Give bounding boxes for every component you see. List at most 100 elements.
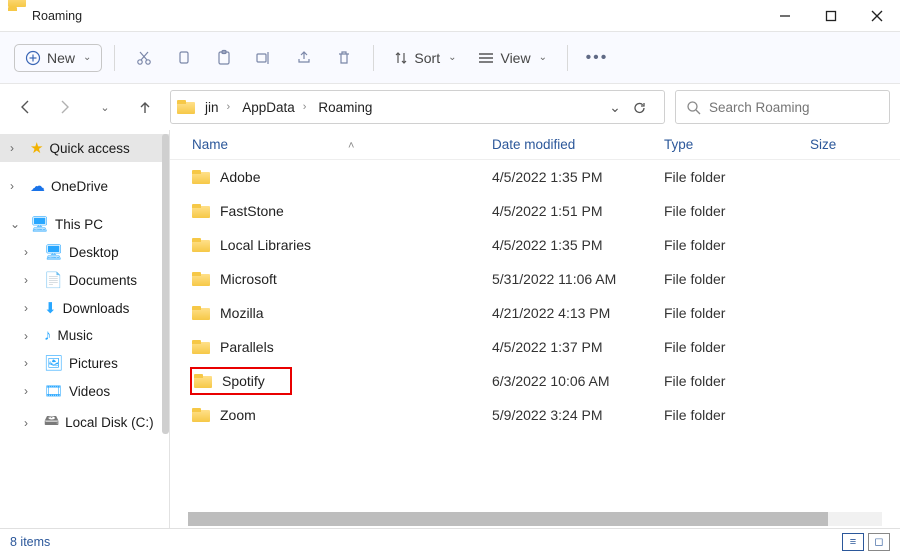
copy-icon [175,49,193,67]
nav-label: Pictures [69,356,118,371]
chevron-right-icon: › [24,301,38,315]
table-row[interactable]: Mozilla4/21/2022 4:13 PMFile folder [170,296,900,330]
separator [373,45,374,71]
nav-desktop[interactable]: › 🖥 Desktop [0,238,169,266]
file-type: File folder [664,339,810,355]
scrollbar[interactable] [162,134,169,434]
address-dropdown[interactable]: ⌄ [602,99,628,116]
file-date: 5/9/2022 3:24 PM [492,407,664,423]
sort-asc-icon: ˄ [348,140,354,152]
sort-button[interactable]: Sort ⌄ [386,46,464,70]
nav-label: Local Disk (C:) [65,415,154,430]
view-label: View [500,50,530,66]
refresh-button[interactable] [632,100,658,115]
nav-label: Desktop [69,245,119,260]
toolbar: New ⌄ Sort ⌄ View ⌄ ••• [0,32,900,84]
table-row[interactable]: FastStone4/5/2022 1:51 PMFile folder [170,194,900,228]
file-type: File folder [664,169,810,185]
table-row[interactable]: Adobe4/5/2022 1:35 PMFile folder [170,160,900,194]
table-row[interactable]: Zoom5/9/2022 3:24 PMFile folder [170,398,900,432]
more-button[interactable]: ••• [580,41,614,75]
folder-icon [192,204,210,218]
crumb-jin[interactable]: jin [205,100,219,115]
file-name: Parallels [220,339,274,355]
search-icon [686,100,701,115]
chevron-down-icon: ⌄ [10,217,24,231]
folder-icon [192,340,210,354]
delete-button[interactable] [327,41,361,75]
column-size[interactable]: Size [810,137,900,152]
close-button[interactable] [854,0,900,32]
file-name: Microsoft [220,271,277,287]
cut-button[interactable] [127,41,161,75]
nav-pictures[interactable]: › 🖼 Pictures [0,349,169,377]
maximize-button[interactable] [808,0,854,32]
scissors-icon [135,49,153,67]
clipboard-icon [215,49,233,67]
address-bar[interactable]: jin › AppData› Roaming ⌄ [170,90,665,124]
crumb-roaming[interactable]: Roaming [318,100,372,115]
rename-button[interactable] [247,41,281,75]
folder-icon [177,100,195,114]
chevron-right-icon: › [24,384,38,398]
separator [567,45,568,71]
chevron-right-icon: › [227,101,231,113]
paste-button[interactable] [207,41,241,75]
folder-icon [8,7,26,25]
thumbnails-view-button[interactable]: ◻ [868,533,890,551]
folder-icon [192,170,210,184]
details-view-button[interactable]: ≡ [842,533,864,551]
file-name: Spotify [222,373,265,389]
copy-button[interactable] [167,41,201,75]
grid-icon: ◻ [874,535,883,548]
nav-onedrive[interactable]: › ☁ OneDrive [0,172,169,200]
nav-label: This PC [55,217,103,232]
table-row[interactable]: Parallels4/5/2022 1:37 PMFile folder [170,330,900,364]
nav-music[interactable]: › ♪ Music [0,322,169,349]
nav-documents[interactable]: › 📄 Documents [0,266,169,294]
breadcrumb: AppData› [240,100,312,115]
view-button[interactable]: View ⌄ [470,46,554,70]
share-button[interactable] [287,41,321,75]
file-date: 4/5/2022 1:35 PM [492,237,664,253]
chevron-down-icon: ⌄ [83,52,91,63]
table-row[interactable]: Spotify6/3/2022 10:06 AMFile folder [170,364,900,398]
breadcrumb: Roaming [316,100,374,115]
share-icon [295,49,313,67]
documents-icon: 📄 [44,271,63,289]
forward-button[interactable] [50,92,80,122]
cloud-icon: ☁ [30,177,45,195]
column-type[interactable]: Type [664,137,810,152]
column-name[interactable]: Name˄ [192,137,492,152]
file-date: 4/5/2022 1:51 PM [492,203,664,219]
nav-local-disk[interactable]: › 🖴 Local Disk (C:) [0,405,169,440]
minimize-button[interactable] [762,0,808,32]
new-button[interactable]: New ⌄ [14,44,102,72]
file-type: File folder [664,407,810,423]
chevron-right-icon: › [24,329,38,343]
search-input[interactable] [709,100,869,115]
horizontal-scrollbar[interactable] [188,512,882,526]
search-box[interactable] [675,90,890,124]
plus-circle-icon [25,50,41,66]
up-button[interactable] [130,92,160,122]
nav-downloads[interactable]: › ⬇ Downloads [0,294,169,322]
folder-icon [192,408,210,422]
recent-button[interactable]: ⌄ [90,92,120,122]
nav-quick-access[interactable]: › ★ Quick access [0,134,169,162]
nav-this-pc[interactable]: ⌄ 🖥 This PC [0,210,169,238]
refresh-icon [632,100,647,115]
nav-label: Videos [69,384,110,399]
navigation-pane: › ★ Quick access › ☁ OneDrive ⌄ 🖥 This P… [0,130,170,528]
table-row[interactable]: Local Libraries4/5/2022 1:35 PMFile fold… [170,228,900,262]
folder-icon [194,374,212,388]
column-date[interactable]: Date modified [492,137,664,152]
music-icon: ♪ [44,327,52,344]
item-count: 8 items [10,535,50,549]
rename-icon [255,49,273,67]
back-button[interactable] [10,92,40,122]
nav-videos[interactable]: › 🎞 Videos [0,377,169,405]
title-bar: Roaming [0,0,900,32]
table-row[interactable]: Microsoft5/31/2022 11:06 AMFile folder [170,262,900,296]
crumb-appdata[interactable]: AppData [242,100,295,115]
